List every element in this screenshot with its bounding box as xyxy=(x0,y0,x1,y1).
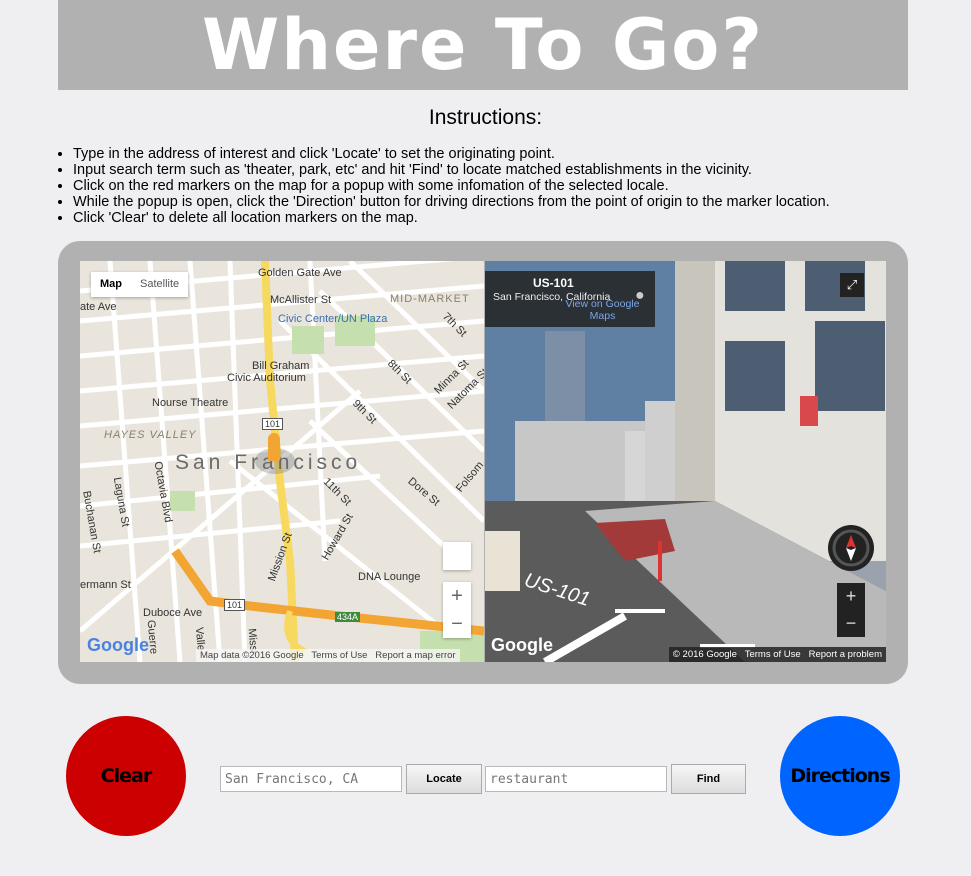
map-label: Civic Auditorium xyxy=(227,372,306,384)
page-title: Where To Go? xyxy=(202,4,764,86)
map-label: Golden Gate Ave xyxy=(258,267,342,279)
map-data-text: Map data ©2016 Google xyxy=(200,650,304,661)
instructions-list: Type in the address of interest and clic… xyxy=(56,146,830,226)
instructions-title: Instructions: xyxy=(428,106,543,129)
highway-shield: 101 xyxy=(224,599,246,611)
title-banner: Where To Go? xyxy=(58,0,908,90)
street-view-google-logo: Google xyxy=(491,635,553,655)
compass-needle-icon xyxy=(832,529,870,567)
find-button[interactable]: Find xyxy=(671,764,746,794)
street-view-report-link[interactable]: Report a problem xyxy=(809,649,882,660)
street-view-zoom-out-button[interactable]: − xyxy=(837,610,865,637)
map-type-control: Map Satellite xyxy=(91,272,189,297)
map-label: HAYES VALLEY xyxy=(104,429,197,441)
instruction-item: While the popup is open, click the 'Dire… xyxy=(73,194,830,210)
directions-button[interactable]: Directions xyxy=(780,716,900,836)
map-type-satellite-button[interactable]: Satellite xyxy=(131,272,188,297)
street-view-zoom-in-button[interactable]: + xyxy=(837,583,865,610)
find-input[interactable] xyxy=(485,766,667,792)
highway-shield: 434A xyxy=(335,612,361,622)
map-label: MID-MARKET xyxy=(390,293,470,305)
map-label: Valle xyxy=(192,626,207,652)
map-attribution: Map data ©2016 Google Terms of Use Repor… xyxy=(196,649,460,662)
map-label: Civic Center/UN Plaza xyxy=(278,313,388,325)
map-terms-link[interactable]: Terms of Use xyxy=(311,650,367,661)
map-zoom-out-button[interactable]: − xyxy=(443,610,471,638)
street-view[interactable]: US-101 San Francisco, California View on… xyxy=(485,261,886,662)
map-label: McAllister St xyxy=(270,294,332,306)
instruction-item: Click on the red markers on the map for … xyxy=(73,178,830,194)
locate-button[interactable]: Locate xyxy=(406,764,482,794)
map-label: ermann St xyxy=(80,579,131,591)
map-label: Duboce Ave xyxy=(143,607,203,619)
map-type-map-button[interactable]: Map xyxy=(91,272,131,297)
pegman-icon[interactable] xyxy=(443,542,471,570)
street-view-info: US-101 San Francisco, California View on… xyxy=(485,271,655,327)
map-report-link[interactable]: Report a map error xyxy=(375,650,455,661)
fullscreen-icon[interactable]: ⤢ xyxy=(840,273,864,297)
map-zoom-control: + − xyxy=(443,582,471,638)
pegman-marker-icon xyxy=(268,433,280,461)
google-logo: Google xyxy=(87,635,149,655)
instruction-item: Type in the address of interest and clic… xyxy=(73,146,830,162)
map-zoom-in-button[interactable]: + xyxy=(443,582,471,610)
map-label: ate Ave xyxy=(80,301,117,313)
clear-button[interactable]: Clear xyxy=(66,716,186,836)
google-map[interactable]: Map Satellite Golden Gate Ave McAllister… xyxy=(80,261,484,662)
map-label: DNA Lounge xyxy=(358,571,421,583)
street-view-attribution: © 2016 Google Terms of Use Report a prob… xyxy=(668,647,886,662)
highway-shield: 101 xyxy=(262,418,284,430)
street-view-terms-link[interactable]: Terms of Use xyxy=(745,649,801,660)
street-view-zoom-control: + − xyxy=(837,583,865,637)
instruction-item: Click 'Clear' to delete all location mar… xyxy=(73,210,830,226)
map-pin-icon: ● xyxy=(635,287,645,304)
compass-icon[interactable] xyxy=(828,525,874,571)
instruction-item: Input search term such as 'theater, park… xyxy=(73,162,830,178)
street-view-copyright: © 2016 Google xyxy=(672,649,737,660)
locate-input[interactable] xyxy=(220,766,402,792)
map-label: Nourse Theatre xyxy=(152,397,229,409)
map-label: Bill Graham xyxy=(252,360,310,372)
street-view-title: US-101 xyxy=(533,276,574,290)
